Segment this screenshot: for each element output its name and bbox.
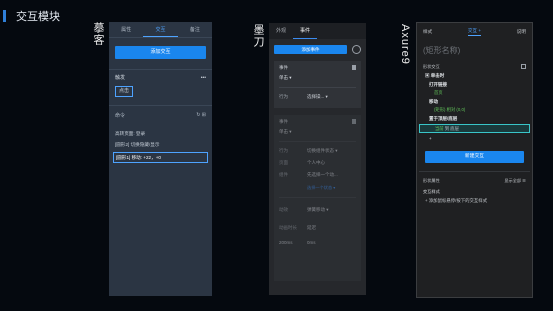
trash-icon[interactable] bbox=[352, 65, 356, 70]
mockplus-panel: 属性 交互 备注 添加交互 触发 ••• 点击 命令 ↻ ⊞ 高转页面: 登录 … bbox=[109, 22, 212, 296]
command-section-label: 命令 bbox=[115, 113, 126, 119]
row-label: 页面 bbox=[279, 160, 288, 165]
case-move[interactable]: 移动 bbox=[417, 99, 532, 105]
trigger-click-tag[interactable]: 点击 bbox=[115, 86, 133, 97]
expand-icon[interactable] bbox=[521, 64, 526, 69]
action-bring-front-selected[interactable]: 当前 到 底层 bbox=[419, 124, 530, 133]
event-card-header: 事件 bbox=[279, 65, 356, 71]
command-tools-icon[interactable]: ↻ ⊞ bbox=[196, 112, 206, 119]
select-state-link[interactable]: 选择一个状态 ▾ bbox=[279, 185, 356, 191]
case-bring-front[interactable]: 置于顶层/底层 bbox=[417, 116, 532, 122]
interactions-section-header: 形状交互 bbox=[417, 64, 532, 70]
axure-panel: 样式 交互 + 说明 (矩形名称) 形状交互 ▣ 单击时 打开链接 首页 移动 … bbox=[416, 22, 533, 298]
event-trigger-select[interactable]: 单击 ▾ bbox=[279, 129, 356, 135]
animation-select[interactable]: 弹簧移动 ▾ bbox=[307, 207, 329, 213]
command-section-header: 命令 ↻ ⊞ bbox=[109, 112, 212, 119]
new-interaction-button[interactable]: 新建交互 bbox=[425, 151, 524, 163]
slide-title: 交互模块 bbox=[3, 8, 60, 24]
label-axure: Axure9 bbox=[399, 24, 411, 65]
row-select[interactable]: 切换组件状态 ▾ bbox=[307, 148, 338, 154]
add-interaction-style-link[interactable]: + 添加鼠标悬停/按下的交互样式 bbox=[417, 198, 532, 204]
command-item-selected[interactable]: [圆形1] 移动: +22，+0 bbox=[113, 152, 208, 163]
tab-appearance[interactable]: 外观 bbox=[269, 23, 293, 39]
page-row: 页面 个人中心 bbox=[279, 160, 356, 166]
divider bbox=[279, 87, 356, 88]
tab-events[interactable]: 事件 bbox=[293, 23, 318, 39]
row-label: 动效 bbox=[279, 207, 288, 212]
shape-name-input[interactable]: (矩形名称) bbox=[423, 44, 526, 58]
modao-tabs: 外观 事件 bbox=[269, 23, 366, 39]
tab-properties[interactable]: 属性 bbox=[109, 22, 143, 37]
action-value: 到 底层 bbox=[444, 126, 459, 131]
row-select[interactable]: 个人中心 bbox=[307, 160, 325, 166]
behavior-select[interactable]: 选择操... ▾ bbox=[307, 94, 328, 100]
mockplus-tabs: 属性 交互 备注 bbox=[109, 22, 212, 38]
action-move[interactable]: (矩形) 相对 (0,0) bbox=[417, 107, 532, 113]
interaction-styles-text: 交互样式 bbox=[423, 189, 440, 194]
event-onclick[interactable]: ▣ 单击时 bbox=[417, 73, 532, 79]
component-row: 组件 先选择一个动... bbox=[279, 172, 356, 178]
duration-input[interactable]: 200ms bbox=[279, 240, 307, 245]
timing-values: 200ms 0ms bbox=[279, 240, 356, 245]
behavior-row: 行为 切换组件状态 ▾ bbox=[279, 148, 356, 154]
behavior-label: 行为 bbox=[279, 94, 288, 99]
command-item[interactable]: [圆形2] 切换隐藏/显示 bbox=[109, 140, 212, 149]
delay-label: 延迟 bbox=[307, 225, 316, 230]
slide-title-text: 交互模块 bbox=[16, 11, 60, 23]
label-mockplus: 摹客 bbox=[92, 22, 104, 46]
tab-notes[interactable]: 说明 bbox=[517, 29, 526, 35]
event-card-header: 事件 bbox=[279, 119, 356, 125]
trigger-section-header: 触发 ••• bbox=[109, 74, 212, 82]
row-select[interactable]: 先选择一个动... bbox=[307, 172, 338, 178]
add-event-row: 添加事件 bbox=[274, 45, 361, 54]
event-trigger-select[interactable]: 单击 ▾ bbox=[279, 75, 356, 81]
event-card-title: 事件 bbox=[279, 119, 288, 124]
trigger-section-label: 触发 bbox=[115, 75, 126, 81]
divider bbox=[419, 171, 530, 172]
interaction-styles-label: 交互样式 bbox=[417, 189, 532, 195]
add-event-button[interactable]: 添加事件 bbox=[274, 45, 347, 54]
action-home[interactable]: 首页 bbox=[417, 90, 532, 96]
divider bbox=[109, 69, 212, 70]
event-card-title: 事件 bbox=[279, 65, 288, 70]
row-label: 行为 bbox=[279, 148, 288, 153]
add-interaction-button[interactable]: 添加交互 bbox=[115, 46, 206, 59]
tab-style[interactable]: 样式 bbox=[423, 29, 432, 35]
axure-tabs: 样式 交互 + 说明 bbox=[417, 23, 532, 40]
divider bbox=[109, 105, 212, 106]
title-accent-bar bbox=[3, 10, 6, 22]
shape-props-label: 形状属性 bbox=[423, 178, 440, 183]
label-modao: 墨刀 bbox=[252, 24, 264, 48]
divider bbox=[279, 197, 356, 198]
trash-icon[interactable] bbox=[352, 119, 356, 124]
tab-interaction[interactable]: 交互 bbox=[143, 22, 178, 37]
duration-label: 动画时长 bbox=[279, 225, 297, 230]
tab-interactions[interactable]: 交互 + bbox=[467, 28, 482, 36]
event-card: 事件 单击 ▾ 行为 选择操... ▾ bbox=[274, 61, 361, 108]
command-item[interactable]: 高转页面: 登录 bbox=[109, 129, 212, 138]
row-label: 组件 bbox=[279, 172, 288, 177]
timing-labels: 动画时长 延迟 bbox=[279, 225, 356, 231]
more-icon[interactable]: ••• bbox=[201, 75, 206, 81]
action-target: 当前 bbox=[435, 126, 444, 131]
tab-notes[interactable]: 备注 bbox=[178, 22, 212, 37]
show-all-toggle[interactable]: 显示全部 ☰ bbox=[504, 178, 526, 184]
add-action-plus[interactable]: + bbox=[417, 136, 532, 141]
animation-row: 动效 弹簧移动 ▾ bbox=[279, 207, 356, 213]
delay-input[interactable]: 0ms bbox=[307, 240, 316, 245]
shape-props-header: 形状属性 显示全部 ☰ bbox=[417, 178, 532, 184]
divider bbox=[279, 141, 356, 142]
case-open-link[interactable]: 打开链接 bbox=[417, 82, 532, 88]
modao-panel: 外观 事件 添加事件 事件 单击 ▾ 行为 选择操... ▾ 事件 单击 ▾ 行… bbox=[269, 23, 366, 295]
gear-icon[interactable] bbox=[352, 45, 361, 54]
interactions-section-label: 形状交互 bbox=[423, 64, 440, 69]
event-card-expanded: 事件 单击 ▾ 行为 切换组件状态 ▾ 页面 个人中心 组件 先选择一个动...… bbox=[274, 115, 361, 281]
